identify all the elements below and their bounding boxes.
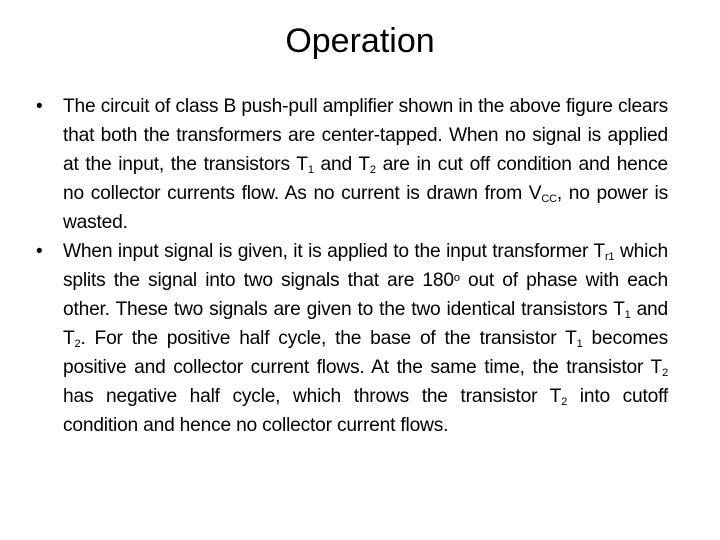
bullet-item: • When input signal is given, it is appl… (36, 237, 668, 440)
bullet-icon: • (36, 96, 43, 117)
bullet-text: The circuit of class B push-pull amplifi… (63, 96, 668, 233)
bullet-icon: • (36, 241, 43, 262)
bullet-list: • The circuit of class B push-pull ampli… (36, 92, 668, 440)
bullet-item: • The circuit of class B push-pull ampli… (36, 92, 668, 237)
slide-title: Operation (285, 22, 435, 60)
bullet-text: When input signal is given, it is applie… (63, 241, 669, 436)
